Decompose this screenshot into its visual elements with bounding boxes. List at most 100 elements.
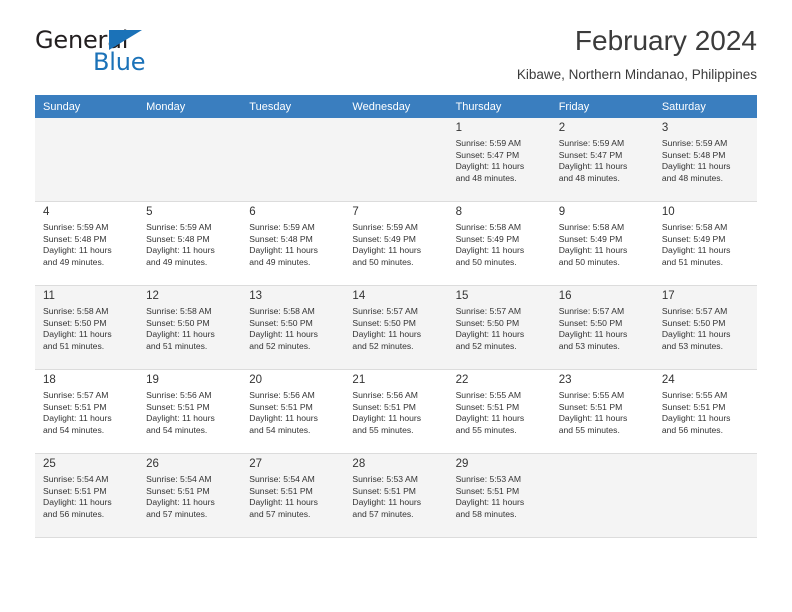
calendar-day-cell[interactable]: 29 Sunrise: 5:53 AM Sunset: 5:51 PM Dayligh… [447,453,551,538]
calendar-day-cell[interactable]: 18 Sunrise: 5:57 AM Sunset: 5:51 PM Dayligh… [35,369,139,454]
day-cell-content: 21 Sunrise: 5:56 AM Sunset: 5:51 PM Dayligh… [344,370,447,453]
calendar-day-cell[interactable]: 1 Sunrise: 5:59 AM Sunset: 5:47 PM Daylight… [447,118,551,202]
day-sun-info: Sunrise: 5:58 AM Sunset: 5:49 PM Daylight:… [456,222,545,268]
calendar-day-cell[interactable]: 12 Sunrise: 5:58 AM Sunset: 5:50 PM Dayligh… [138,285,242,370]
calendar-header-row: Sunday Monday Tuesday Wednesday Thursday… [35,95,757,118]
calendar-day-cell[interactable]: 22 Sunrise: 5:55 AM Sunset: 5:51 PM Dayligh… [447,369,551,454]
day-cell-content: 5 Sunrise: 5:59 AM Sunset: 5:48 PM Daylight… [138,202,241,285]
calendar-body: 1 Sunrise: 5:59 AM Sunset: 5:47 PM Daylight… [35,118,757,538]
sunset-text: Sunset: 5:49 PM [352,233,416,244]
calendar-week-row: 25 Sunrise: 5:54 AM Sunset: 5:51 PM Dayligh… [35,453,757,538]
daylight-text-line1: Daylight: 11 hours [146,329,215,340]
daylight-text-line2: and 54 minutes. [146,424,208,435]
sunset-text: Sunset: 5:50 PM [558,317,623,328]
day-cell-content: 17 Sunrise: 5:57 AM Sunset: 5:50 PM Dayligh… [654,286,757,369]
calendar-day-cell[interactable]: 14 Sunrise: 5:57 AM Sunset: 5:50 PM Dayligh… [344,285,448,370]
calendar-day-cell[interactable]: 11 Sunrise: 5:58 AM Sunset: 5:50 PM Dayligh… [35,285,139,370]
day-sun-info: Sunrise: 5:56 AM Sunset: 5:51 PM Daylight:… [146,390,235,436]
day-cell-content: 19 Sunrise: 5:56 AM Sunset: 5:51 PM Dayligh… [138,370,241,453]
daylight-text-line2: and 50 minutes. [352,256,414,267]
day-cell-content: 9 Sunrise: 5:58 AM Sunset: 5:49 PM Daylight… [551,202,654,285]
day-sun-info: Sunrise: 5:57 AM Sunset: 5:50 PM Daylight:… [456,306,545,352]
calendar-day-cell[interactable]: 27 Sunrise: 5:54 AM Sunset: 5:51 PM Dayligh… [241,453,345,538]
day-cell-content [35,118,138,201]
calendar-day-cell[interactable]: 15 Sunrise: 5:57 AM Sunset: 5:50 PM Dayligh… [447,285,551,370]
sunrise-text: Sunrise: 5:58 AM [146,306,212,316]
sunrise-text: Sunrise: 5:54 AM [249,474,315,484]
day-number: 26 [146,458,159,470]
sunset-text: Sunset: 5:51 PM [146,401,210,412]
day-number: 20 [249,374,263,386]
sunrise-text: Sunrise: 5:59 AM [558,138,625,148]
sunrise-sunset-calendar: Sunday Monday Tuesday Wednesday Thursday… [35,95,757,538]
daylight-text-line2: and 50 minutes. [455,256,517,267]
day-number: 14 [352,290,366,302]
day-number: 16 [558,290,572,302]
day-cell-content: 6 Sunrise: 5:59 AM Sunset: 5:48 PM Daylight… [241,202,344,285]
day-cell-content: 18 Sunrise: 5:57 AM Sunset: 5:51 PM Dayligh… [35,370,138,453]
day-number: 29 [455,458,469,470]
day-number: 25 [43,458,56,470]
daylight-text-line1: Daylight: 11 hours [43,245,112,256]
weekday-header-wednesday: Wednesday [344,95,448,118]
sunrise-text: Sunrise: 5:56 AM [249,390,315,400]
day-cell-content: 2 Sunrise: 5:59 AM Sunset: 5:47 PM Daylight… [551,118,654,201]
sunrise-text: Sunrise: 5:57 AM [558,306,625,316]
day-cell-content: 7 Sunrise: 5:59 AM Sunset: 5:49 PM Daylight… [344,202,447,285]
calendar-day-cell[interactable]: 19 Sunrise: 5:56 AM Sunset: 5:51 PM Dayligh… [138,369,242,454]
calendar-day-cell[interactable]: 24 Sunrise: 5:55 AM Sunset: 5:51 PM Dayligh… [653,369,757,454]
calendar-day-cell[interactable]: 7 Sunrise: 5:59 AM Sunset: 5:49 PM Daylight… [344,201,448,286]
daylight-text-line2: and 54 minutes. [249,424,311,435]
title-block: February 2024 Kibawe, Northern Mindanao,… [517,24,757,83]
day-sun-info: Sunrise: 5:55 AM Sunset: 5:51 PM Daylight:… [559,390,648,436]
calendar-week-row: 11 Sunrise: 5:58 AM Sunset: 5:50 PM Dayligh… [35,285,757,370]
calendar-day-cell[interactable]: 28 Sunrise: 5:53 AM Sunset: 5:51 PM Dayligh… [344,453,448,538]
sunset-text: Sunset: 5:50 PM [352,317,416,328]
calendar-day-cell[interactable]: 6 Sunrise: 5:59 AM Sunset: 5:48 PM Daylight… [241,201,345,286]
day-cell-content: 29 Sunrise: 5:53 AM Sunset: 5:51 PM Dayligh… [448,454,551,537]
calendar-day-cell[interactable]: 2 Sunrise: 5:59 AM Sunset: 5:47 PM Daylight… [550,118,654,202]
calendar-day-cell[interactable]: 26 Sunrise: 5:54 AM Sunset: 5:51 PM Dayligh… [138,453,242,538]
daylight-text-line1: Daylight: 11 hours [43,497,112,508]
day-cell-content: 14 Sunrise: 5:57 AM Sunset: 5:50 PM Dayligh… [344,286,447,369]
calendar-day-cell[interactable]: 8 Sunrise: 5:58 AM Sunset: 5:49 PM Daylight… [447,201,551,286]
logo-triangle-icon [109,30,142,50]
day-sun-info: Sunrise: 5:57 AM Sunset: 5:50 PM Daylight:… [559,306,648,352]
day-number: 18 [43,374,56,386]
day-number: 28 [352,458,366,470]
calendar-day-cell[interactable]: 20 Sunrise: 5:56 AM Sunset: 5:51 PM Dayligh… [241,369,345,454]
daylight-text-line1: Daylight: 11 hours [661,161,731,172]
sunset-text: Sunset: 5:50 PM [455,317,520,328]
daylight-text-line2: and 49 minutes. [43,256,105,267]
calendar-day-cell[interactable]: 3 Sunrise: 5:59 AM Sunset: 5:48 PM Daylight… [653,118,757,202]
calendar-day-cell[interactable]: 21 Sunrise: 5:56 AM Sunset: 5:51 PM Dayligh… [344,369,448,454]
sunset-text: Sunset: 5:51 PM [352,401,416,412]
day-number [662,457,751,472]
calendar-day-cell[interactable]: 16 Sunrise: 5:57 AM Sunset: 5:50 PM Dayligh… [550,285,654,370]
calendar-empty-cell [344,118,448,202]
day-number [249,121,338,136]
sunrise-text: Sunrise: 5:59 AM [661,138,728,148]
calendar-day-cell[interactable]: 13 Sunrise: 5:58 AM Sunset: 5:50 PM Dayligh… [241,285,345,370]
page-title: February 2024 [574,25,757,56]
sunset-text: Sunset: 5:51 PM [352,485,416,496]
daylight-text-line2: and 57 minutes. [249,508,311,519]
calendar-day-cell[interactable]: 17 Sunrise: 5:57 AM Sunset: 5:50 PM Dayligh… [653,285,757,370]
day-sun-info: Sunrise: 5:58 AM Sunset: 5:50 PM Daylight:… [146,306,235,352]
calendar-day-cell[interactable]: 5 Sunrise: 5:59 AM Sunset: 5:48 PM Daylight… [138,201,242,286]
day-cell-content: 27 Sunrise: 5:54 AM Sunset: 5:51 PM Dayligh… [241,454,344,537]
calendar-day-cell[interactable]: 4 Sunrise: 5:59 AM Sunset: 5:48 PM Daylight… [35,201,139,286]
daylight-text-line2: and 56 minutes. [43,508,105,519]
day-number: 23 [558,374,572,386]
page-header: General Blue February 2024 Kibawe, North… [35,0,757,82]
general-blue-logo[interactable]: General Blue [35,26,265,78]
day-sun-info: Sunrise: 5:57 AM Sunset: 5:51 PM Daylight:… [43,390,132,436]
calendar-day-cell[interactable]: 9 Sunrise: 5:58 AM Sunset: 5:49 PM Daylight… [550,201,654,286]
calendar-day-cell[interactable]: 23 Sunrise: 5:55 AM Sunset: 5:51 PM Dayligh… [550,369,654,454]
location-subtitle: Kibawe, Northern Mindanao, Philippines [516,67,757,82]
sunset-text: Sunset: 5:48 PM [661,149,726,160]
day-number [352,121,441,136]
calendar-day-cell[interactable]: 25 Sunrise: 5:54 AM Sunset: 5:51 PM Dayligh… [35,453,139,538]
day-sun-info: Sunrise: 5:54 AM Sunset: 5:51 PM Daylight:… [43,474,132,520]
calendar-day-cell[interactable]: 10 Sunrise: 5:58 AM Sunset: 5:49 PM Dayligh… [653,201,757,286]
